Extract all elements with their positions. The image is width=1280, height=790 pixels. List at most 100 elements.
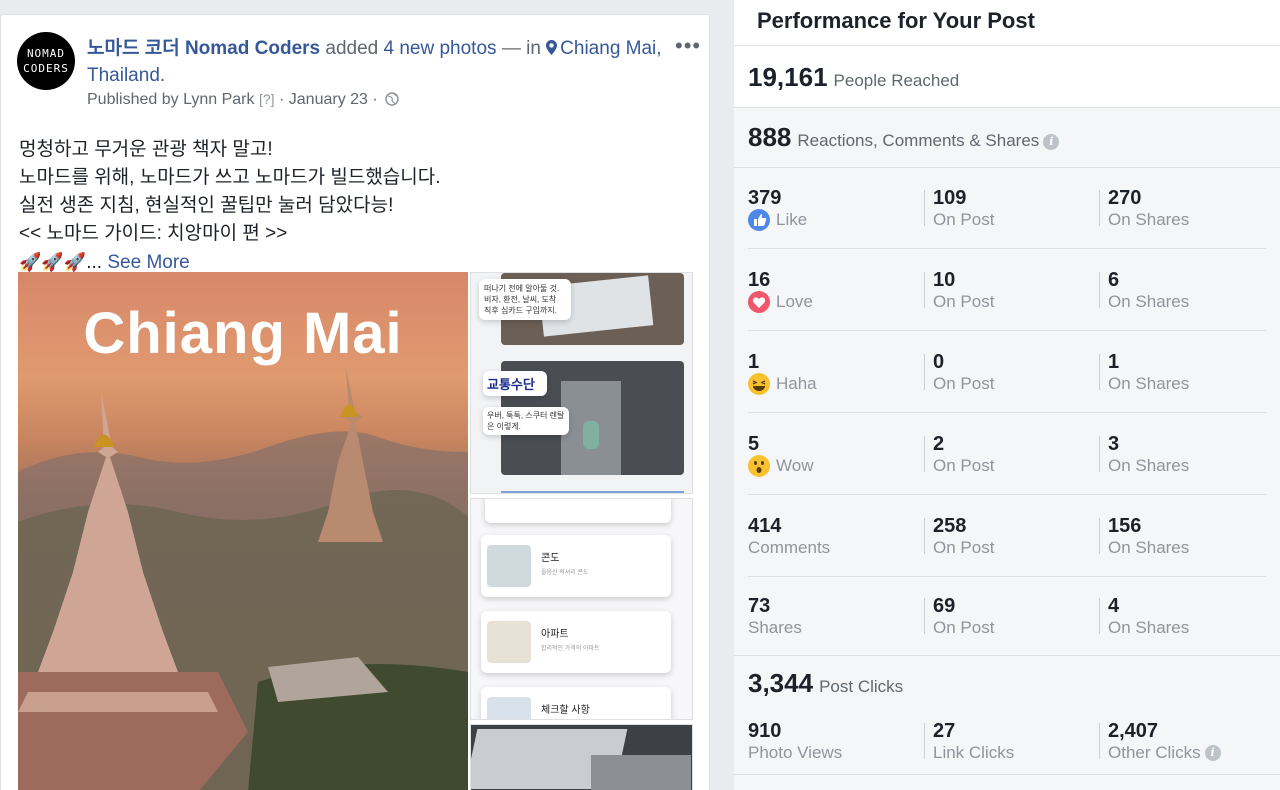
page-name-link[interactable]: 노마드 코더 Nomad Coders — [87, 38, 320, 59]
photos-link[interactable]: 4 new photos — [384, 38, 497, 59]
on-post-label: On Post — [933, 456, 995, 475]
people-reached-label: People Reached — [833, 71, 960, 90]
photo-thumb-1[interactable]: 떠나기 전에 알아둘 것. 비자, 환전, 날씨, 도착 직후 심카드 구입까지… — [470, 272, 693, 494]
love-total-value: 16 — [748, 269, 771, 291]
wow-on-post: 2 On Post — [933, 433, 994, 477]
comments-on-post: 258 On Post — [933, 515, 994, 559]
on-shares-label: On Shares — [1108, 456, 1190, 475]
performance-panel: Performance for Your Post 19,161 People R… — [734, 0, 1280, 790]
wow-on-shares: 3 On Shares — [1108, 433, 1189, 477]
photo-views-value: 910 — [748, 720, 782, 742]
link-clicks: 27 Link Clicks — [933, 720, 1014, 764]
wow-on-shares-value: 3 — [1108, 433, 1120, 455]
col-divider — [1099, 598, 1100, 634]
divider — [748, 576, 1266, 577]
thumb1-note: 떠나기 전에 알아둘 것. 비자, 환전, 날씨, 도착 직후 심카드 구입까지… — [479, 279, 571, 320]
haha-on-post: 0 On Post — [933, 351, 994, 395]
info-icon[interactable]: i — [1043, 134, 1060, 150]
col-divider — [924, 518, 925, 554]
col-divider — [1099, 354, 1100, 390]
performance-title: Performance for Your Post — [757, 8, 1035, 33]
checklist-thumb-image — [487, 697, 531, 719]
love-label: Love — [776, 292, 813, 311]
divider — [748, 330, 1266, 331]
photo-main-title: Chiang Mai — [83, 301, 403, 366]
divider — [748, 412, 1266, 413]
body-line-1: 멍청하고 무거운 관광 책자 말고! — [19, 139, 273, 160]
shares-label: Shares — [748, 618, 802, 637]
love-icon — [748, 291, 770, 313]
love-on-post-value: 10 — [933, 269, 956, 291]
laptop-keyboard — [591, 755, 691, 790]
haha-label: Haha — [776, 374, 817, 393]
shares-total-value: 73 — [748, 595, 771, 617]
avatar-text-1: NOMAD — [26, 47, 66, 60]
body-line-3: 실전 생존 지침, 현실적인 꿀팁만 눌러 담았다능! — [19, 195, 394, 216]
engagement-value: 888 — [748, 122, 792, 152]
on-post-label: On Post — [933, 374, 995, 393]
comments-total: 414 Comments — [748, 515, 830, 559]
globe-icon[interactable] — [385, 92, 399, 106]
haha-on-post-value: 0 — [933, 351, 945, 373]
shares-on-shares-value: 4 — [1108, 595, 1120, 617]
action-text: added — [325, 38, 379, 59]
thumb2-card-checklist: 체크할 사항 — [481, 687, 671, 719]
haha-total-value: 1 — [748, 351, 760, 373]
col-divider — [924, 723, 925, 759]
post-date-link[interactable]: January 23 — [289, 91, 368, 108]
ellipsis: ... — [86, 252, 103, 273]
meta-dot-2: · — [372, 91, 378, 108]
wow-on-post-value: 2 — [933, 433, 945, 455]
haha-on-shares: 1 On Shares — [1108, 351, 1189, 395]
post-body: 멍청하고 무거운 관광 책자 말고! 노마드를 위해, 노마드가 쓰고 노마드가… — [19, 136, 689, 277]
checklist-title: 체크할 사항 — [541, 705, 590, 716]
on-shares-label: On Shares — [1108, 618, 1190, 637]
like-on-post: 109 On Post — [933, 187, 994, 231]
engagement-row: 888 Reactions, Comments & Shares i — [734, 107, 1280, 167]
col-divider — [1099, 272, 1100, 308]
page-avatar[interactable]: NOMAD CODERS — [17, 32, 75, 90]
photo-thumb-2[interactable]: 콘도 올음산 럭셔리 콘도 아파트 합리적인 가격의 아파트 체크할 사항 — [470, 498, 693, 720]
comments-on-post-value: 258 — [933, 515, 967, 537]
on-shares-label: On Shares — [1108, 210, 1190, 229]
see-more-link[interactable]: See More — [107, 252, 189, 273]
info-icon[interactable]: i — [1204, 745, 1221, 761]
like-on-post-value: 109 — [933, 187, 967, 209]
col-divider — [1099, 190, 1100, 226]
more-options-icon[interactable]: ••• — [675, 33, 701, 59]
col-divider — [924, 272, 925, 308]
thumb1-heading: 교통수단 — [483, 371, 547, 396]
shares-on-post: 69 On Post — [933, 595, 994, 639]
col-divider — [924, 190, 925, 226]
col-divider — [1099, 518, 1100, 554]
shares-on-post-value: 69 — [933, 595, 956, 617]
on-post-label: On Post — [933, 618, 995, 637]
on-post-label: On Post — [933, 538, 995, 557]
post-clicks-row: 3,344 Post Clicks — [734, 655, 1280, 705]
like-total-value: 379 — [748, 187, 782, 209]
other-clicks: 2,407 Other Clicks i — [1108, 720, 1221, 764]
love-total: 16 Love — [748, 269, 813, 313]
divider — [748, 494, 1266, 495]
post-header: 노마드 코더 Nomad Coders added 4 new photos —… — [87, 35, 667, 89]
thumb1-sub: 우버, 툭툭, 스쿠터 렌탈 은 이렇게. — [483, 407, 569, 435]
divider — [734, 774, 1280, 775]
post-clicks-value: 3,344 — [748, 668, 814, 698]
body-line-2: 노마드를 위해, 노마드가 쓰고 노마드가 빌드했습니다. — [19, 167, 441, 188]
wow-icon — [748, 455, 770, 477]
shares-total: 73 Shares — [748, 595, 802, 639]
help-link[interactable]: [?] — [259, 91, 275, 107]
on-shares-label: On Shares — [1108, 292, 1190, 311]
on-shares-label: On Shares — [1108, 538, 1190, 557]
photo-thumb-3[interactable] — [470, 724, 693, 790]
divider — [748, 248, 1266, 249]
body-line-4: << 노마드 가이드: 치앙마이 편 >> — [19, 223, 288, 244]
comments-total-value: 414 — [748, 515, 782, 537]
divider — [734, 167, 1280, 168]
photo-main[interactable]: Chiang Mai — [18, 272, 468, 790]
condo-title: 콘도 — [541, 553, 560, 564]
comments-label: Comments — [748, 538, 831, 557]
people-reached-row: 19,161 People Reached — [734, 45, 1280, 107]
thumb2-card-apartment: 아파트 합리적인 가격의 아파트 — [481, 611, 671, 673]
other-clicks-value: 2,407 — [1108, 720, 1159, 742]
